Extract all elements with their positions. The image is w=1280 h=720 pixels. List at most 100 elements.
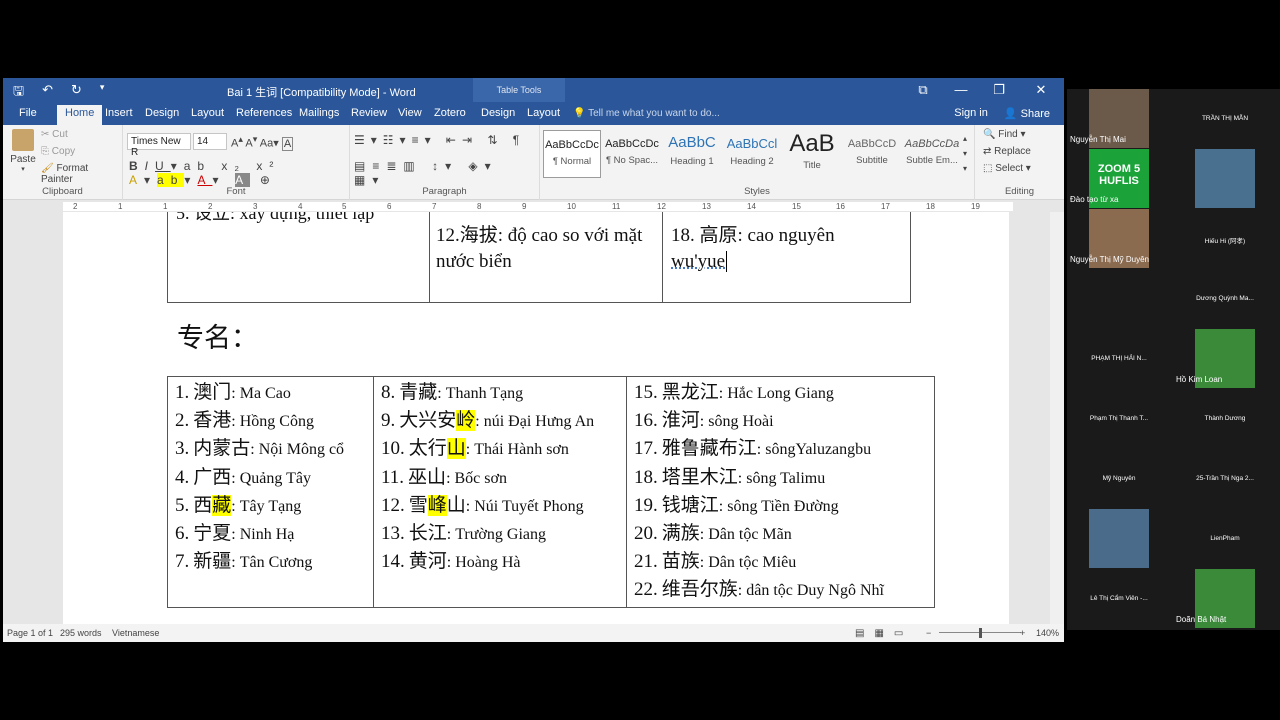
top-cell-3[interactable]: 18. 高原: cao nguyên wu'yue <box>662 212 911 303</box>
participant-tile[interactable] <box>1067 269 1171 328</box>
clear-format-icon[interactable]: A <box>281 136 294 151</box>
top-cell-2[interactable]: 12.海拔: độ cao so với mặt nước biển <box>429 212 663 303</box>
top-cell-1[interactable]: 5. 设立: xây dựng, thiết lập <box>167 212 430 303</box>
font-name-box[interactable]: Times New R <box>127 133 191 158</box>
minimize-button[interactable]: — <box>942 78 980 102</box>
participant-tile[interactable]: Nguyễn Thị Mai <box>1067 89 1171 148</box>
redo-icon[interactable]: ↻ <box>71 82 82 104</box>
share-label: Share <box>1020 108 1050 120</box>
vertical-ruler[interactable] <box>3 212 17 624</box>
paste-button[interactable]: Paste ▾ <box>9 129 37 173</box>
zoom-level[interactable]: 140% <box>1036 628 1059 638</box>
tab-mailings[interactable]: Mailings <box>299 107 339 119</box>
participant-tile[interactable]: Phạm Thị Thanh T... <box>1067 389 1171 448</box>
font-size-buttons[interactable]: A▴ A▾ Aa▾ A <box>231 134 294 151</box>
list-buttons[interactable]: ☰▾☷▾≡▾ ⇤⇥ ⇅ ¶ <box>354 133 525 147</box>
tab-design[interactable]: Design <box>145 107 179 119</box>
chevron-down-icon: ▾ <box>21 166 25 173</box>
replace-button[interactable]: ⇄ Replace <box>983 146 1031 157</box>
tab-file[interactable]: File <box>19 107 37 119</box>
entry-number: 21. <box>634 551 658 573</box>
undo-icon[interactable]: ↶ <box>42 82 53 104</box>
share-button[interactable]: 👤 Share <box>1004 107 1050 120</box>
name-entry: 17. 雅鲁藏布江: sôngYaluzangbu <box>634 435 927 463</box>
participant-tile[interactable]: Nguyễn Thị Mỹ Duyên <box>1067 209 1171 268</box>
entry-number: 17. <box>634 438 658 460</box>
style-label: Title <box>803 160 821 171</box>
vertical-scrollbar[interactable] <box>1050 212 1064 624</box>
participant-tile[interactable]: Hiếu Hi (阿孝) <box>1173 209 1277 268</box>
style-subtle-emphasis[interactable]: AaBbCcDa Subtle Em... <box>903 130 961 178</box>
tab-layout[interactable]: Layout <box>191 107 224 119</box>
paragraph-group: ☰▾☷▾≡▾ ⇤⇥ ⇅ ¶ ▤≡≣▥ ↕▾ ◈▾ ▦▾ Paragraph <box>350 125 540 200</box>
entry-number: 8. <box>381 382 396 403</box>
entry-number: 5. <box>175 494 190 516</box>
ribbon-display-options-button[interactable]: ⧉ <box>904 78 942 102</box>
entry-chinese-highlight: 峰 <box>427 494 447 516</box>
find-button[interactable]: 🔍 Find ▾ <box>983 129 1026 140</box>
participant-tile[interactable]: TRẦN THỊ MẪN <box>1173 89 1277 148</box>
document-page[interactable]: 5. 设立: xây dựng, thiết lập 12.海拔: độ cao… <box>63 212 1009 624</box>
participant-tile[interactable]: LienPham <box>1173 509 1277 568</box>
tab-table-layout[interactable]: Layout <box>527 107 560 119</box>
styles-scroll[interactable]: ▴ ▾ ▾ <box>963 131 967 176</box>
customize-qat-icon[interactable]: ▾ <box>100 82 105 104</box>
status-bar: Page 1 of 1 295 words Vietnamese ▤▦▭ − +… <box>3 624 1064 642</box>
replace-label: Replace <box>994 146 1031 157</box>
style-heading-1[interactable]: AaBbC Heading 1 <box>663 130 721 178</box>
tab-insert[interactable]: Insert <box>105 107 133 119</box>
format-painter-button[interactable]: 🖌 Format Painter <box>41 163 122 185</box>
names-column-3[interactable]: 15. 黑龙江: Hắc Long Giang 16. 淮河: sông Hoài… <box>626 376 935 608</box>
tab-table-design[interactable]: Design <box>481 107 515 119</box>
participant-tile[interactable]: Hồ Kim Loan <box>1173 329 1277 388</box>
copy-button[interactable]: ⎘ Copy <box>41 146 75 157</box>
participant-tile[interactable]: Dương Quỳnh Ma... <box>1173 269 1277 328</box>
align-buttons[interactable]: ▤≡≣▥ ↕▾ ◈▾ ▦▾ <box>354 159 539 187</box>
account-area: Sign in 👤 Share <box>954 107 1050 120</box>
names-column-1[interactable]: 1. 澳门: Ma Cao 2. 香港: Hồng Công 3. 内蒙古: Nội… <box>167 376 374 608</box>
word-count[interactable]: 295 words <box>60 628 102 638</box>
horizontal-ruler[interactable]: 2 1 1 2 3 4 5 6 7 8 9 10 11 12 13 14 15 16 17 18 19 <box>3 200 1064 212</box>
person-icon: 👤 <box>1003 108 1018 120</box>
maximize-button[interactable]: ❐ <box>980 78 1018 102</box>
entry-chinese: 太行 <box>408 438 447 460</box>
participant-tile[interactable]: PHẠM THỊ HẢI N... <box>1067 329 1171 388</box>
entry-chinese: 黑龙江 <box>661 382 719 403</box>
zoom-in-button[interactable]: + <box>1020 628 1025 638</box>
style-normal[interactable]: AaBbCcDc ¶ Normal <box>543 130 601 178</box>
style-no-spacing[interactable]: AaBbCcDc ¶ No Spac... <box>603 130 661 178</box>
tab-view[interactable]: View <box>398 107 422 119</box>
view-buttons[interactable]: ▤▦▭ <box>855 628 913 639</box>
tab-references[interactable]: References <box>236 107 292 119</box>
save-icon[interactable]: 🖫 <box>13 82 24 104</box>
sign-in-link[interactable]: Sign in <box>954 107 988 120</box>
participant-name: Hiếu Hi (阿孝) <box>1204 238 1246 245</box>
language-indicator[interactable]: Vietnamese <box>112 628 159 638</box>
participant-tile[interactable]: Doãn Bá Nhật <box>1173 569 1277 628</box>
style-label: ¶ No Spac... <box>605 155 659 166</box>
cut-button[interactable]: ✂ Cut <box>41 129 68 140</box>
participant-tile[interactable]: Lê Thị Cẩm Viên -... <box>1067 569 1171 628</box>
tab-review[interactable]: Review <box>351 107 387 119</box>
participant-tile[interactable]: ZOOM 5 HUFLIS Đào tạo từ xa <box>1067 149 1171 208</box>
participant-tile[interactable]: Mỹ Nguyên <box>1067 449 1171 508</box>
close-button[interactable]: ✕ <box>1018 78 1064 102</box>
participant-tile[interactable] <box>1173 149 1277 208</box>
select-button[interactable]: ⬚ Select ▾ <box>983 163 1031 174</box>
zoom-out-button[interactable]: − <box>926 628 931 638</box>
names-column-2[interactable]: 8. 青藏: Thanh Tạng 9. 大兴安岭: núi Đại Hưng A… <box>373 376 627 608</box>
tab-zotero[interactable]: Zotero <box>434 107 466 119</box>
font-format-buttons[interactable]: BIU▾ab x₂ x² A▾ab▾A▾ A ⊕ <box>129 159 349 187</box>
style-subtitle[interactable]: AaBbCcD Subtitle <box>843 130 901 178</box>
tell-me-search[interactable]: 💡 Tell me what you want to do... <box>573 108 720 119</box>
font-size-box[interactable]: 14 <box>193 133 227 150</box>
participant-tile[interactable]: Thành Dương <box>1173 389 1277 448</box>
tab-home[interactable]: Home <box>57 105 103 125</box>
style-title[interactable]: AaB Title <box>783 130 841 178</box>
zoom-slider-thumb[interactable] <box>979 628 982 638</box>
page-count[interactable]: Page 1 of 1 <box>7 628 53 638</box>
entry-chinese: 苗族 <box>661 551 700 573</box>
style-heading-2[interactable]: AaBbCcl Heading 2 <box>723 130 781 178</box>
participant-tile[interactable]: 25-Trần Thị Nga 2... <box>1173 449 1277 508</box>
participant-tile[interactable] <box>1067 509 1171 568</box>
